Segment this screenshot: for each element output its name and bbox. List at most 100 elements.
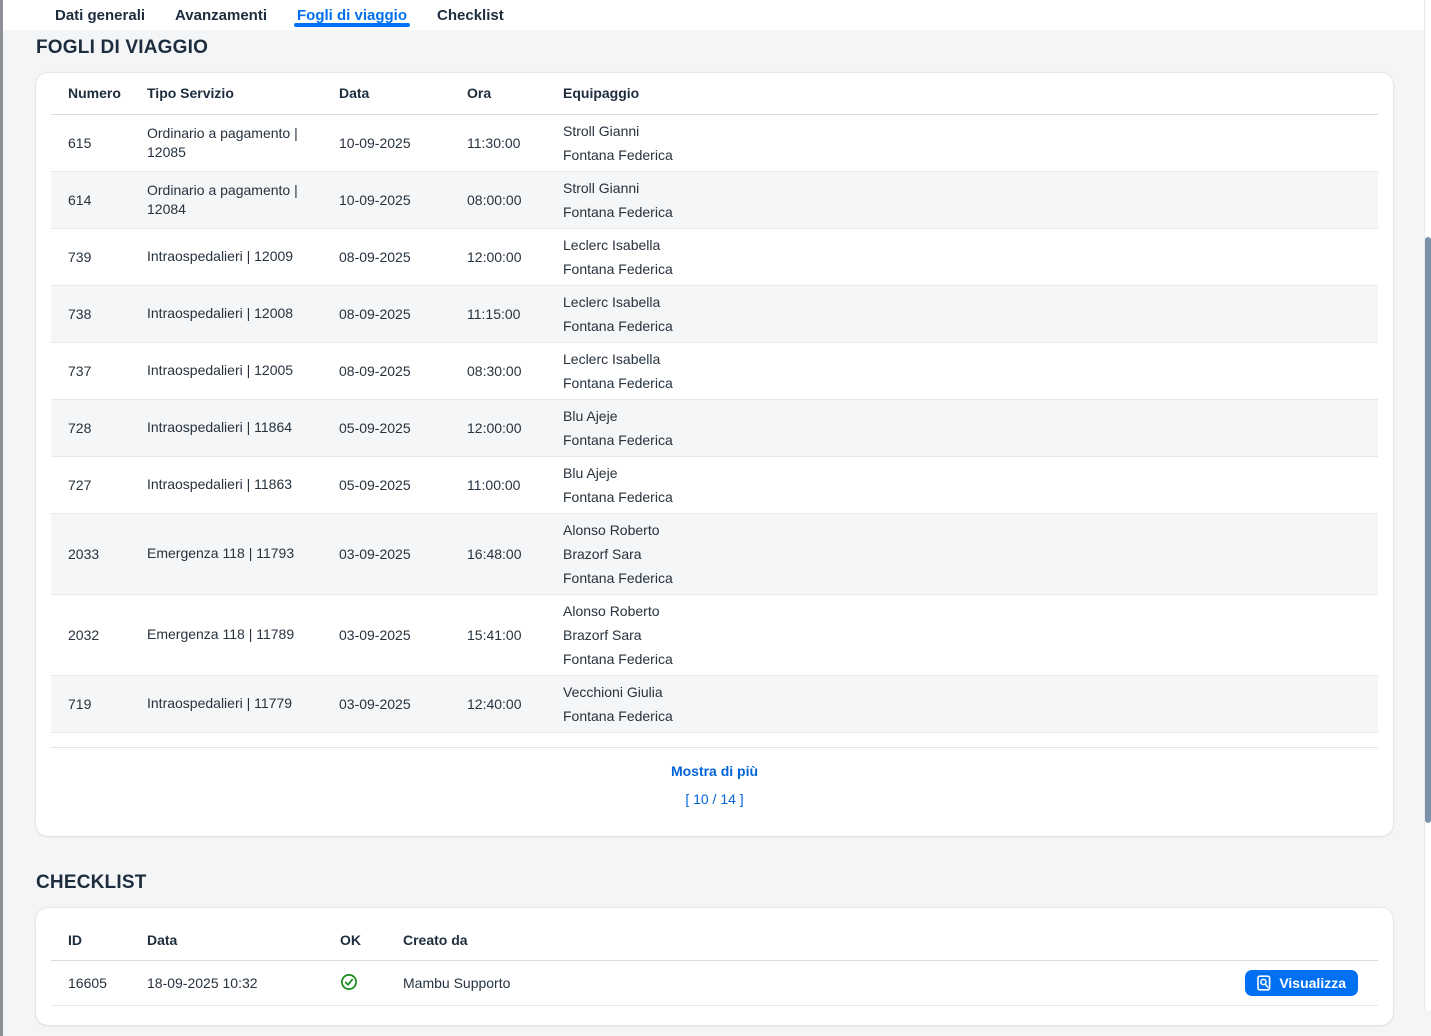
data-cell: 03-09-2025 [339,513,467,594]
col-header-id: ID [51,920,147,961]
fogli-row: 738Intraospedalieri | 1200808-09-202511:… [51,285,1378,342]
crew-member: Fontana Federica [563,485,1362,509]
tab-checklist[interactable]: Checklist [437,0,504,30]
fogli-table-body: 615Ordinario a pagamento | 1208510-09-20… [51,114,1378,732]
tipo-servizio-cell: Ordinario a pagamento | 12084 [147,171,339,228]
fogli-row: 614Ordinario a pagamento | 1208410-09-20… [51,171,1378,228]
crew-member: Leclerc Isabella [563,290,1362,314]
crew-member: Fontana Federica [563,143,1362,167]
crew-member: Fontana Federica [563,704,1362,728]
show-more-link[interactable]: Mostra di più [51,763,1378,779]
crew-member: Leclerc Isabella [563,347,1362,371]
pagination-counter: [ 10 / 14 ] [51,792,1378,807]
ora-cell: 15:41:00 [467,594,563,675]
tab-fogli-di-viaggio[interactable]: Fogli di viaggio [297,0,407,30]
crew-member: Alonso Roberto [563,518,1362,542]
crew-member: Vecchioni Giulia [563,680,1362,704]
crew-member: Brazorf Sara [563,542,1362,566]
crew-member: Leclerc Isabella [563,233,1362,257]
crew-member: Stroll Gianni [563,119,1362,143]
numero-cell: 728 [51,399,147,456]
fogli-row: 737Intraospedalieri | 1200508-09-202508:… [51,342,1378,399]
data-cell: 05-09-2025 [339,456,467,513]
vertical-scrollbar-track[interactable] [1424,0,1431,1010]
checklist-row: 1660518-09-2025 10:32Mambu SupportoVisua… [51,961,1378,1006]
tab-bar: Dati generali Avanzamenti Fogli di viaggio… [0,0,1431,30]
check-circle-icon [340,973,358,991]
equipaggio-cell: Stroll GianniFontana Federica [563,171,1378,228]
fogli-row: 719Intraospedalieri | 1177903-09-202512:… [51,675,1378,732]
table-footer: Mostra di più [ 10 / 14 ] [51,748,1378,836]
crew-member: Fontana Federica [563,257,1362,281]
col-header-creato-da: Creato da [403,920,1198,961]
fogli-header-row: Numero Tipo Servizio Data Ora Equipaggio [51,73,1378,114]
ora-cell: 16:48:00 [467,513,563,594]
fogli-row: 727Intraospedalieri | 1186305-09-202511:… [51,456,1378,513]
crew-member: Blu Ajeje [563,461,1362,485]
numero-cell: 615 [51,114,147,171]
equipaggio-cell: Alonso RobertoBrazorf SaraFontana Federi… [563,513,1378,594]
crew-member: Fontana Federica [563,566,1362,590]
col-header-ok: OK [340,920,403,961]
window-left-border [0,0,3,1036]
table-footer-separator [51,733,1378,748]
tab-dati-generali[interactable]: Dati generali [55,0,145,30]
equipaggio-cell: Leclerc IsabellaFontana Federica [563,285,1378,342]
equipaggio-cell: Blu AjejeFontana Federica [563,456,1378,513]
checklist-table-body: 1660518-09-2025 10:32Mambu SupportoVisua… [51,961,1378,1006]
tipo-servizio-cell: Intraospedalieri | 11863 [147,456,339,513]
fogli-row: 739Intraospedalieri | 1200908-09-202512:… [51,228,1378,285]
checklist-card: ID Data OK Creato da 1660518-09-2025 10:… [36,908,1393,1026]
vertical-scrollbar-thumb[interactable] [1425,237,1431,823]
tipo-servizio-cell: Intraospedalieri | 11864 [147,399,339,456]
numero-cell: 737 [51,342,147,399]
tab-avanzamenti[interactable]: Avanzamenti [175,0,267,30]
ora-cell: 12:40:00 [467,675,563,732]
crew-member: Alonso Roberto [563,599,1362,623]
tipo-servizio-cell: Intraospedalieri | 12008 [147,285,339,342]
equipaggio-cell: Blu AjejeFontana Federica [563,399,1378,456]
numero-cell: 727 [51,456,147,513]
equipaggio-cell: Leclerc IsabellaFontana Federica [563,342,1378,399]
fogli-row: 615Ordinario a pagamento | 1208510-09-20… [51,114,1378,171]
tipo-servizio-cell: Emergenza 118 | 11789 [147,594,339,675]
fogli-row: 728Intraospedalieri | 1186405-09-202512:… [51,399,1378,456]
fogli-row: 2033Emergenza 118 | 1179303-09-202516:48… [51,513,1378,594]
data-cell: 08-09-2025 [339,285,467,342]
numero-cell: 2033 [51,513,147,594]
tipo-servizio-cell: Intraospedalieri | 12005 [147,342,339,399]
numero-cell: 738 [51,285,147,342]
ok-cell [340,961,403,1006]
ora-cell: 12:00:00 [467,399,563,456]
ora-cell: 08:30:00 [467,342,563,399]
numero-cell: 614 [51,171,147,228]
visualizza-button[interactable]: Visualizza [1245,970,1358,996]
crew-member: Fontana Federica [563,428,1362,452]
crew-member: Fontana Federica [563,314,1362,338]
tipo-servizio-cell: Intraospedalieri | 12009 [147,228,339,285]
equipaggio-cell: Alonso RobertoBrazorf SaraFontana Federi… [563,594,1378,675]
data-cell: 05-09-2025 [339,399,467,456]
ora-cell: 12:00:00 [467,228,563,285]
creato-da-cell: Mambu Supporto [403,961,1198,1006]
ora-cell: 11:30:00 [467,114,563,171]
col-header-ora: Ora [467,73,563,114]
fogli-table: Numero Tipo Servizio Data Ora Equipaggio… [51,73,1378,733]
data-cell: 03-09-2025 [339,675,467,732]
numero-cell: 739 [51,228,147,285]
tipo-servizio-cell: Ordinario a pagamento | 12085 [147,114,339,171]
document-search-icon [1257,975,1272,991]
checklist-table: ID Data OK Creato da 1660518-09-2025 10:… [51,920,1378,1007]
data-cell: 08-09-2025 [339,342,467,399]
data-cell: 10-09-2025 [339,171,467,228]
crew-member: Fontana Federica [563,200,1362,224]
fogli-row: 2032Emergenza 118 | 1178903-09-202515:41… [51,594,1378,675]
col-header-checklist-data: Data [147,920,340,961]
data-cell: 10-09-2025 [339,114,467,171]
equipaggio-cell: Leclerc IsabellaFontana Federica [563,228,1378,285]
crew-member: Stroll Gianni [563,176,1362,200]
crew-member: Blu Ajeje [563,404,1362,428]
numero-cell: 719 [51,675,147,732]
tipo-servizio-cell: Emergenza 118 | 11793 [147,513,339,594]
crew-member: Fontana Federica [563,371,1362,395]
